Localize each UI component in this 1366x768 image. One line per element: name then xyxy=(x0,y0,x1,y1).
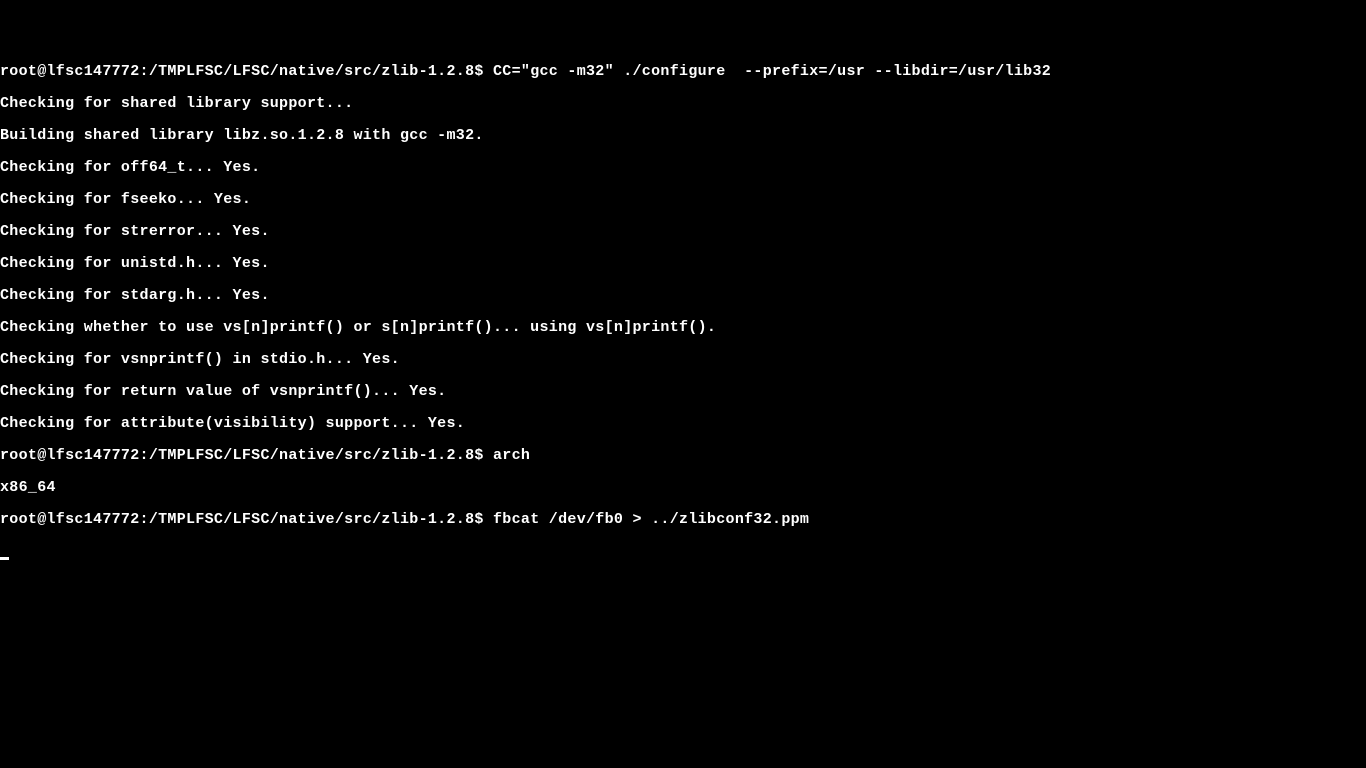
terminal-output: Checking for off64_t... Yes. xyxy=(0,160,1366,176)
shell-command: arch xyxy=(493,447,530,464)
terminal-line: root@lfsc147772:/TMPLFSC/LFSC/native/src… xyxy=(0,64,1366,80)
shell-prompt: root@lfsc147772:/TMPLFSC/LFSC/native/src… xyxy=(0,63,493,80)
cursor-icon xyxy=(0,557,9,560)
terminal-output: Checking for strerror... Yes. xyxy=(0,224,1366,240)
terminal-output: x86_64 xyxy=(0,480,1366,496)
terminal-output: Building shared library libz.so.1.2.8 wi… xyxy=(0,128,1366,144)
shell-prompt: root@lfsc147772:/TMPLFSC/LFSC/native/src… xyxy=(0,511,493,528)
terminal-line: root@lfsc147772:/TMPLFSC/LFSC/native/src… xyxy=(0,448,1366,464)
terminal-output: Checking for stdarg.h... Yes. xyxy=(0,288,1366,304)
terminal-output: Checking for vsnprintf() in stdio.h... Y… xyxy=(0,352,1366,368)
terminal-cursor-line[interactable] xyxy=(0,544,1366,560)
terminal-output: Checking whether to use vs[n]printf() or… xyxy=(0,320,1366,336)
terminal-line: root@lfsc147772:/TMPLFSC/LFSC/native/src… xyxy=(0,512,1366,528)
terminal-output: Checking for shared library support... xyxy=(0,96,1366,112)
shell-prompt: root@lfsc147772:/TMPLFSC/LFSC/native/src… xyxy=(0,447,493,464)
terminal-output: Checking for unistd.h... Yes. xyxy=(0,256,1366,272)
terminal-output: Checking for attribute(visibility) suppo… xyxy=(0,416,1366,432)
terminal-output: Checking for fseeko... Yes. xyxy=(0,192,1366,208)
shell-command: CC="gcc -m32" ./configure --prefix=/usr … xyxy=(493,63,1051,80)
terminal-output: Checking for return value of vsnprintf()… xyxy=(0,384,1366,400)
shell-command: fbcat /dev/fb0 > ../zlibconf32.ppm xyxy=(493,511,809,528)
